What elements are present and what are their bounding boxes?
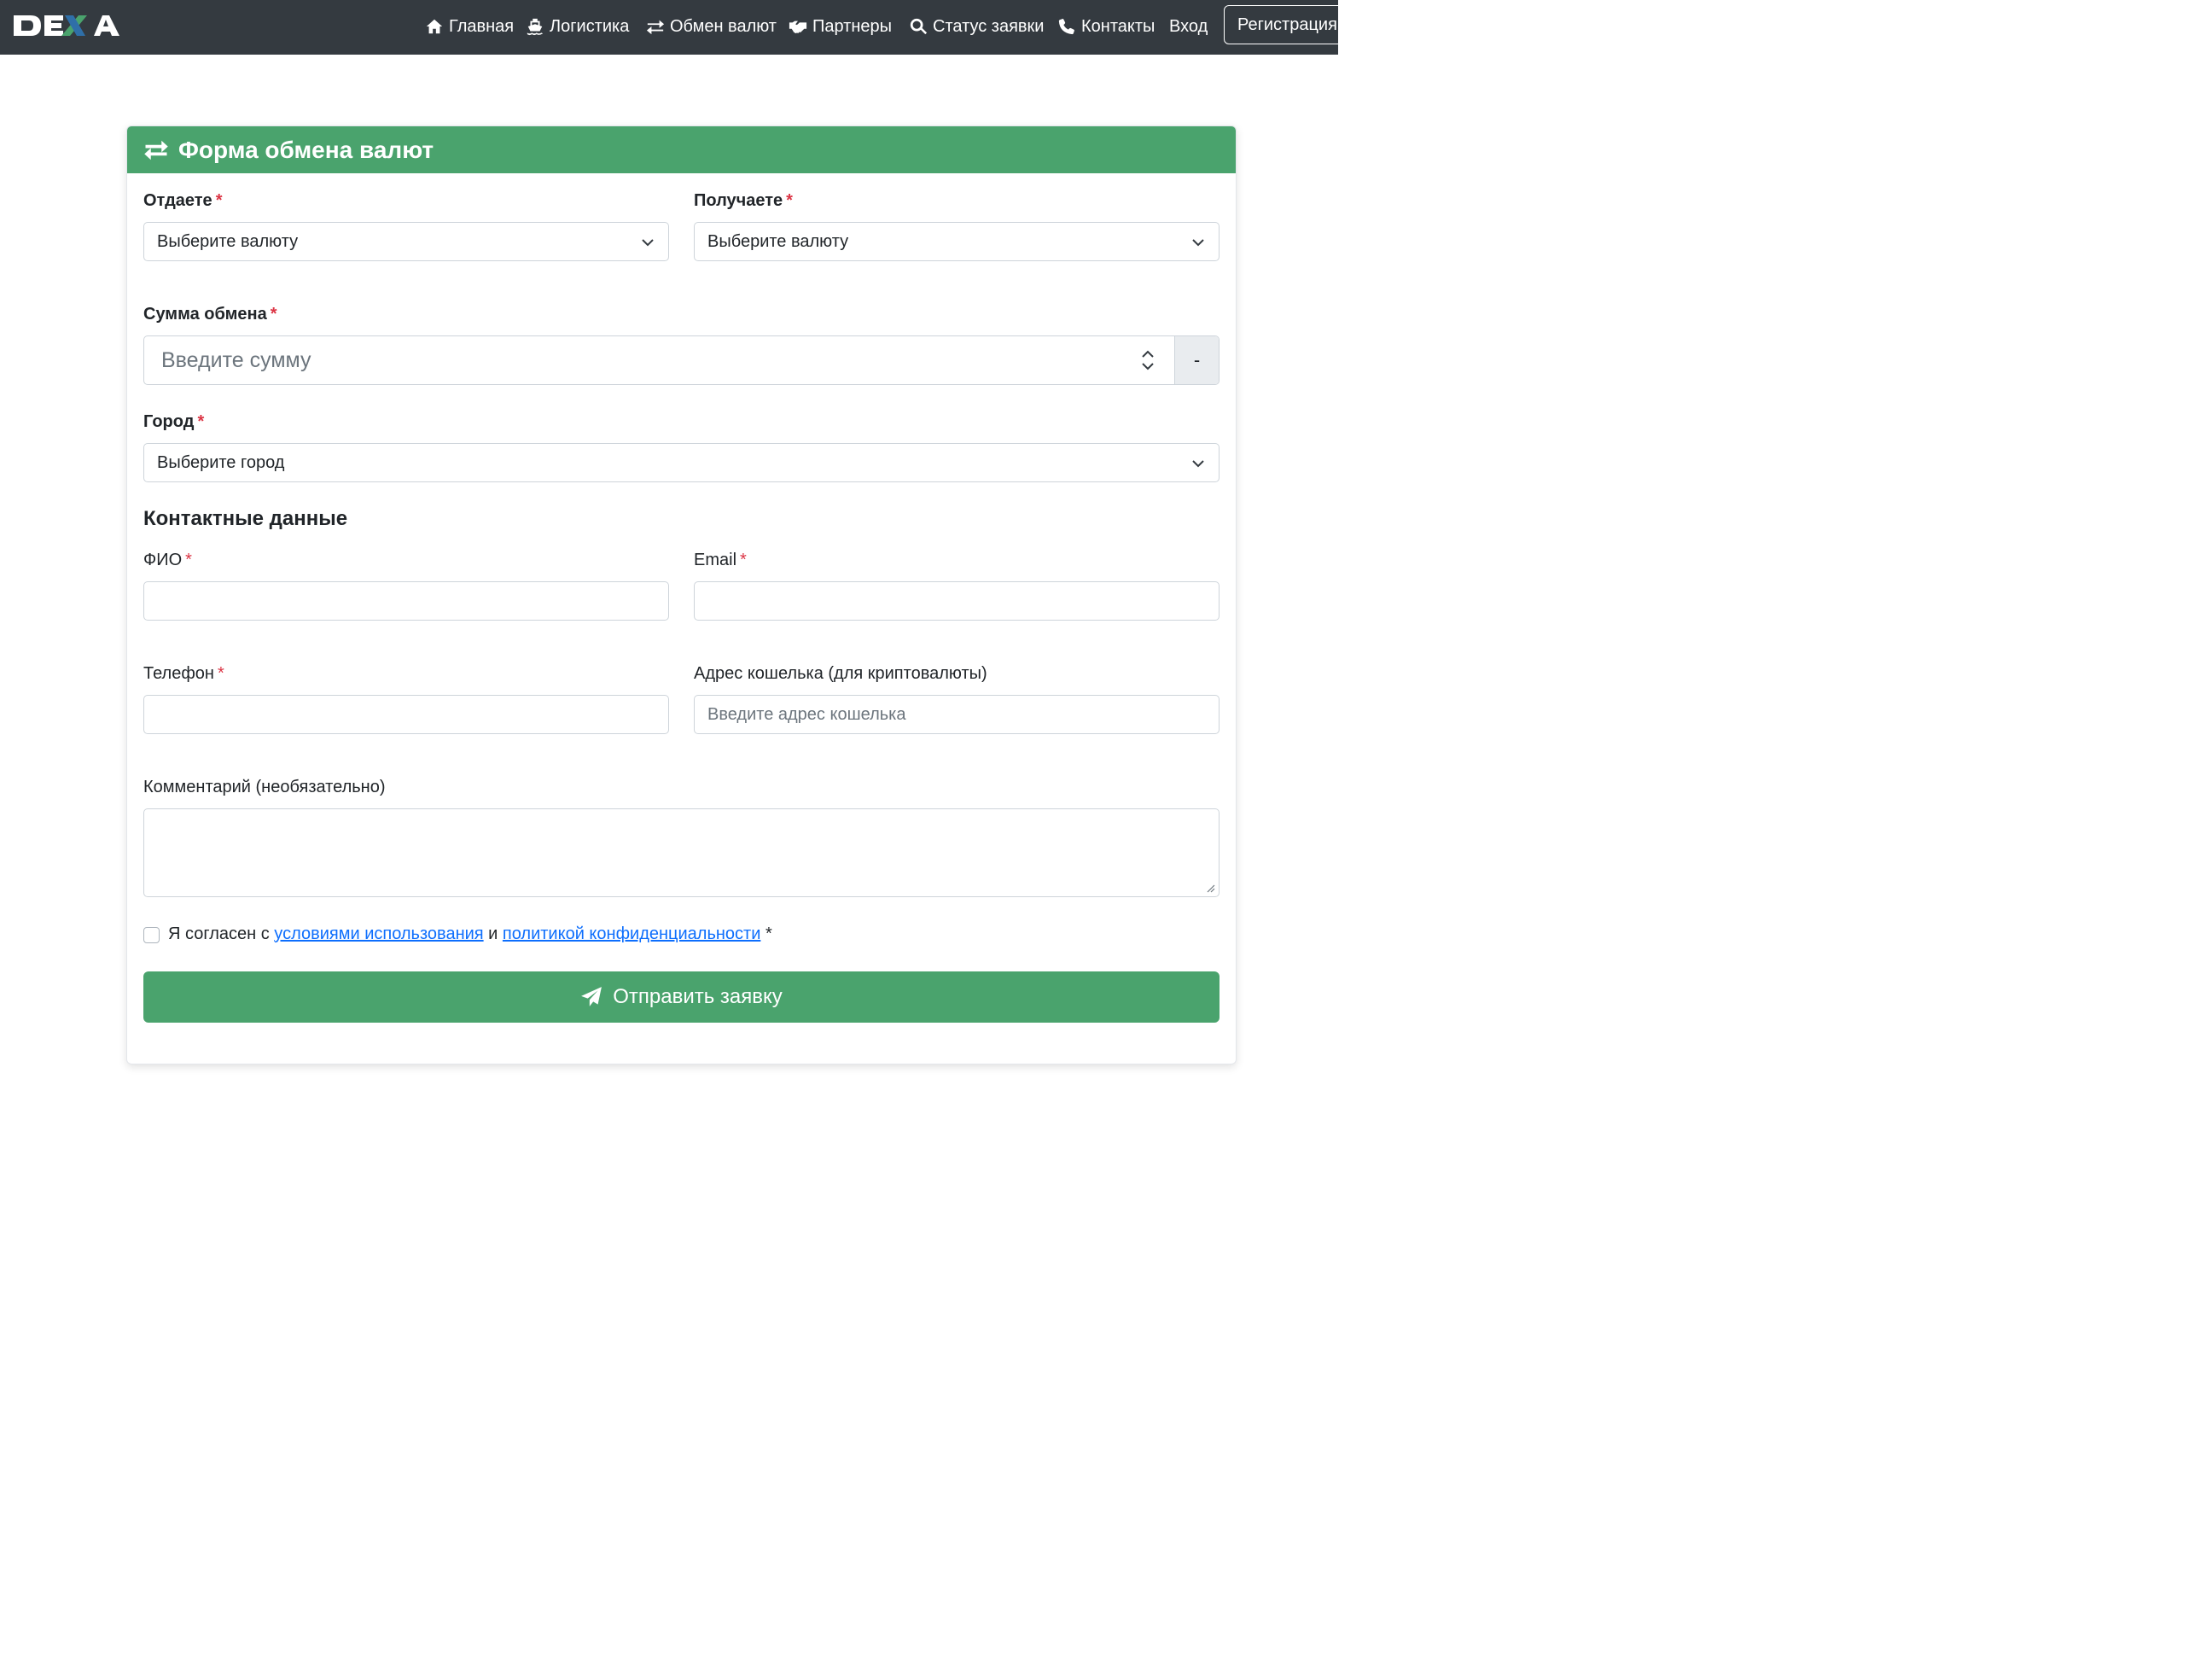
nav-item-contacts[interactable]: Контакты (1057, 14, 1155, 39)
required-mark: * (786, 191, 793, 210)
email-label: Email * (694, 551, 747, 570)
fio-label-text: ФИО (143, 551, 183, 569)
nav-item-home[interactable]: Главная (425, 14, 514, 39)
ship-icon (527, 18, 544, 36)
give-label-text: Отдаете (143, 191, 212, 210)
number-spinner-icon[interactable] (1138, 347, 1157, 373)
give-currency-select[interactable]: Выберите валюту (143, 222, 669, 261)
nav-item-exchange[interactable]: Обмен валют (646, 14, 777, 39)
required-mark: * (740, 551, 747, 569)
required-mark: * (197, 412, 205, 431)
brand-logo[interactable] (12, 9, 128, 43)
amount-input[interactable]: Введите сумму (144, 336, 1174, 384)
terms-link[interactable]: условиями использования (274, 924, 483, 943)
exchange-icon (646, 20, 665, 35)
city-value: Выберите город (157, 452, 285, 472)
form-title: Форма обмена валют (178, 136, 434, 163)
nav-item-label: Партнеры (812, 16, 893, 36)
amount-placeholder: Введите сумму (161, 347, 311, 372)
home-icon (426, 19, 443, 34)
exchange-icon (144, 140, 168, 160)
fio-label: ФИО * (143, 551, 192, 570)
comment-label: Комментарий (необязательно) (143, 778, 386, 796)
amount-label: Сумма обмена * (143, 305, 277, 324)
nav-item-status[interactable]: Статус заявки (909, 14, 1044, 39)
fio-input[interactable] (143, 581, 669, 621)
page: Главная Логистика Обмен валют Партнеры С… (0, 0, 1352, 1064)
handshake-icon (789, 20, 807, 33)
city-label-text: Город (143, 412, 195, 431)
chevron-down-icon (1192, 239, 1204, 247)
nav-item-label: Обмен валют (670, 16, 777, 36)
receive-label: Получаете * (694, 191, 793, 211)
wallet-label: Адрес кошелька (для криптовалюты) (694, 664, 987, 683)
email-input[interactable] (694, 581, 1220, 621)
nav-item-label: Контакты (1081, 16, 1155, 36)
required-mark: * (215, 191, 223, 210)
agree-middle: и (488, 924, 498, 943)
card-header: Форма обмена валют (127, 126, 1236, 173)
chevron-down-icon (1192, 460, 1204, 468)
nav-item-label: Статус заявки (933, 16, 1045, 36)
agree-required-mark: * (765, 924, 772, 943)
nav-item-login[interactable]: Вход (1169, 14, 1208, 39)
receive-label-text: Получаете (694, 191, 783, 210)
receive-currency-select[interactable]: Выберите валюту (694, 222, 1220, 261)
phone-input[interactable] (143, 695, 669, 734)
navbar: Главная Логистика Обмен валют Партнеры С… (0, 0, 1352, 55)
chevron-down-icon (642, 239, 654, 247)
phone-label: Телефон * (143, 664, 224, 684)
nav-item-logistics[interactable]: Логистика (526, 14, 629, 39)
phone-icon (1058, 19, 1074, 35)
submit-button[interactable]: Отправить заявку (143, 971, 1220, 1023)
agree-prefix: Я согласен с (168, 924, 270, 943)
amount-label-text: Сумма обмена (143, 305, 267, 324)
resize-handle-icon[interactable] (1205, 883, 1215, 893)
wallet-input[interactable]: Введите адрес кошелька (694, 695, 1220, 734)
city-select[interactable]: Выберите город (143, 443, 1220, 482)
submit-label: Отправить заявку (613, 985, 783, 1008)
paper-plane-icon (581, 987, 602, 1006)
give-label: Отдаете * (143, 191, 222, 211)
agree-text: Я согласен с условиями использования и п… (168, 924, 772, 944)
phone-label-text: Телефон (143, 664, 214, 683)
amount-addon: - (1174, 336, 1219, 384)
nav-item-label: Главная (449, 16, 515, 36)
comment-textarea[interactable] (143, 808, 1220, 897)
register-button[interactable]: Регистрация (1224, 5, 1352, 44)
required-mark: * (185, 551, 192, 569)
search-icon (910, 18, 928, 35)
city-label: Город * (143, 412, 204, 432)
email-label-text: Email (694, 551, 737, 569)
give-currency-value: Выберите валюту (157, 231, 299, 251)
agree-checkbox[interactable] (143, 927, 160, 943)
contacts-section-title: Контактные данные (143, 507, 348, 530)
amount-input-group: Введите сумму - (143, 335, 1220, 385)
required-mark: * (217, 664, 224, 683)
receive-currency-value: Выберите валюту (707, 231, 849, 251)
nav-item-label: Вход (1169, 16, 1208, 36)
nav-item-label: Логистика (550, 16, 630, 36)
required-mark: * (270, 305, 277, 324)
nav-item-partners[interactable]: Партнеры (789, 14, 892, 39)
wallet-placeholder: Введите адрес кошелька (707, 704, 906, 724)
privacy-link[interactable]: политикой конфиденциальности (503, 924, 760, 943)
